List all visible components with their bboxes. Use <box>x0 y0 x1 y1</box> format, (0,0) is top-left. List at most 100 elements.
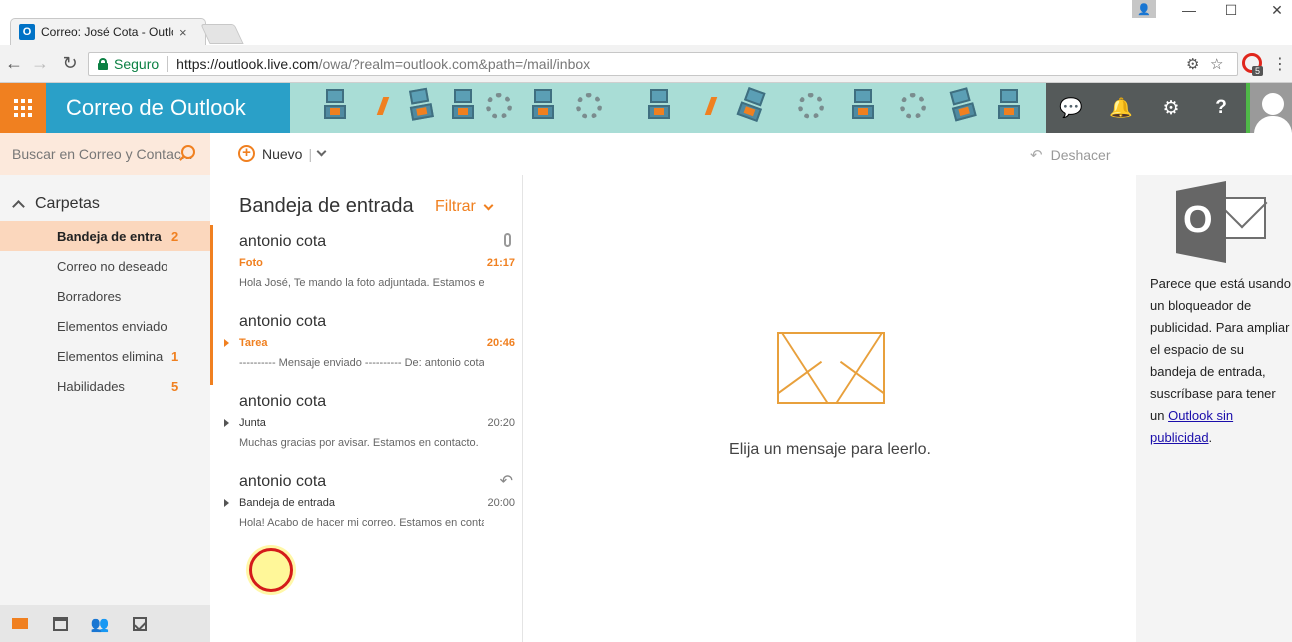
search-input[interactable]: Buscar en Correo y Contac... <box>0 133 210 175</box>
list-item[interactable]: antonio cota ↶ Bandeja de entrada 20:00 … <box>210 465 523 545</box>
header-actions: 💬 🔔 ⚙ ? <box>1046 83 1246 133</box>
plus-icon: + <box>238 145 255 162</box>
back-arrow-icon[interactable]: ← <box>4 53 24 74</box>
bookmark-star-icon[interactable]: ☆ <box>1210 55 1223 73</box>
avatar[interactable] <box>1250 83 1292 133</box>
browser-tabstrip: O Correo: José Cota - Outlo × 👤 — ☐ ✕ <box>0 0 1292 45</box>
minimize-button[interactable]: — <box>1174 2 1204 22</box>
chevron-down-icon <box>483 200 494 210</box>
list-item[interactable]: antonio cota Foto 21:17 Hola José, Te ma… <box>210 225 523 305</box>
browser-tab[interactable]: O Correo: José Cota - Outlo × <box>10 18 206 45</box>
preview: Hola! Acabo de hacer mi correo. Estamos … <box>239 517 484 529</box>
maximize-button[interactable]: ☐ <box>1216 2 1246 22</box>
folder-drafts[interactable]: Borradores <box>0 281 210 311</box>
subject: Tarea <box>239 337 268 349</box>
timestamp: 20:46 <box>486 337 515 349</box>
sender: antonio cota <box>239 473 327 490</box>
preview: Muchas gracias por avisar. Estamos en co… <box>239 437 479 449</box>
expand-conversation-icon[interactable] <box>224 419 229 427</box>
subject: Foto <box>239 257 263 269</box>
outlook-logo-icon: O <box>1176 181 1266 263</box>
help-icon[interactable]: ? <box>1196 83 1246 133</box>
tab-title: Correo: José Cota - Outlo <box>41 25 173 39</box>
folder-junk[interactable]: Correo no deseado <box>0 251 210 281</box>
sender: antonio cota <box>239 233 327 250</box>
secure-label: Seguro <box>114 56 160 72</box>
message-list: Bandeja de entrada Filtrar antonio cota … <box>210 175 523 642</box>
theme-banner <box>290 83 1046 133</box>
chat-icon[interactable]: 💬 <box>1046 83 1096 133</box>
timestamp: 20:00 <box>487 497 515 509</box>
envelope-icon <box>777 332 885 404</box>
undo-icon: ↶ <box>1030 147 1043 164</box>
expand-conversation-icon[interactable] <box>224 499 229 507</box>
sender: antonio cota <box>239 313 327 330</box>
folder-sent[interactable]: Elementos enviados <box>0 311 210 341</box>
chevron-down-icon[interactable] <box>316 146 327 157</box>
mouse-cursor-highlight <box>249 548 293 592</box>
filter-button[interactable]: Filtrar <box>435 198 494 216</box>
calendar-module-button[interactable] <box>40 605 80 642</box>
subject: Junta <box>239 417 266 429</box>
user-profile-icon[interactable]: 👤 <box>1132 0 1156 18</box>
folder-deleted[interactable]: Elementos elimina 1 <box>0 341 210 371</box>
url-path: /owa/?realm=outlook.com&path=/mail/inbox <box>318 56 591 72</box>
reload-icon[interactable]: ↻ <box>60 53 80 74</box>
ad-blocker-notice: Parece que está usando un bloqueador de … <box>1150 276 1291 445</box>
tab-close-icon[interactable]: × <box>179 25 187 40</box>
new-label: Nuevo <box>262 145 303 162</box>
list-item[interactable]: antonio cota Junta 20:20 Muchas gracias … <box>210 385 523 465</box>
undo-button[interactable]: ↶ Deshacer <box>1030 146 1111 164</box>
folder-skills[interactable]: Habilidades 5 <box>0 371 210 401</box>
browser-menu-icon[interactable]: ⋮ <box>1272 54 1288 74</box>
ad-pane: O Parece que está usando un bloqueador d… <box>1136 175 1292 642</box>
expand-conversation-icon[interactable] <box>224 339 229 347</box>
timestamp: 20:20 <box>487 417 515 429</box>
folders-header[interactable]: Carpetas <box>12 195 100 213</box>
tasks-module-button[interactable] <box>120 605 160 642</box>
blocked-popup-icon[interactable]: ⚙ <box>1186 55 1199 73</box>
tasks-icon <box>133 616 147 631</box>
people-module-button[interactable]: 👥 <box>80 605 120 642</box>
url-host: https://outlook.live.com <box>176 56 319 72</box>
people-icon: 👥 <box>90 615 110 633</box>
attachment-icon <box>504 233 511 247</box>
unread-count: 2 <box>171 228 179 244</box>
preview: ---------- Mensaje enviado ---------- De… <box>239 357 484 369</box>
gear-icon[interactable]: ⚙ <box>1146 83 1196 133</box>
folders-label: Carpetas <box>35 195 100 212</box>
bell-icon[interactable]: 🔔 <box>1096 83 1146 133</box>
list-item[interactable]: antonio cota Tarea 20:46 ---------- Mens… <box>210 305 523 385</box>
forward-arrow-icon[interactable]: → <box>30 53 50 74</box>
empty-reading-text: Elija un mensaje para leerlo. <box>729 441 931 458</box>
outlook-favicon-icon: O <box>19 24 35 40</box>
mail-icon <box>12 618 28 629</box>
address-bar[interactable]: Seguro https://outlook.live.com/owa/?rea… <box>88 52 1238 76</box>
sender: antonio cota <box>239 393 327 410</box>
command-bar: + Nuevo | ↶ Deshacer <box>210 133 1292 175</box>
left-navigation-pane: Buscar en Correo y Contac... Carpetas Ba… <box>0 133 210 642</box>
search-icon[interactable] <box>181 145 195 159</box>
module-switcher: 👥 <box>0 605 210 642</box>
subject: Bandeja de entrada <box>239 497 336 509</box>
brand-title[interactable]: Correo de Outlook <box>46 83 290 133</box>
outlook-header: Correo de Outlook 💬 🔔 ⚙ ? <box>0 83 1292 133</box>
preview: Hola José, Te mando la foto adjuntada. E… <box>239 277 484 289</box>
new-tab-button[interactable] <box>200 24 244 44</box>
close-window-button[interactable]: ✕ <box>1262 2 1292 22</box>
reading-pane: Elija un mensaje para leerlo. <box>524 175 1136 642</box>
mail-module-button[interactable] <box>0 605 40 642</box>
page-title: Bandeja de entrada <box>239 195 414 217</box>
folder-inbox[interactable]: Bandeja de entra 2 <box>0 221 210 251</box>
extension-badge: 5 <box>1252 66 1264 76</box>
app-launcher-icon[interactable] <box>0 83 46 133</box>
new-message-button[interactable]: + Nuevo | <box>238 145 327 162</box>
lock-icon <box>98 58 108 70</box>
unread-count: 1 <box>171 348 179 364</box>
split-divider: | <box>308 145 313 162</box>
undo-label: Deshacer <box>1050 147 1111 163</box>
chevron-up-icon[interactable] <box>12 199 25 213</box>
timestamp: 21:17 <box>486 257 515 269</box>
replied-icon: ↶ <box>499 473 513 490</box>
unread-count: 5 <box>171 378 179 394</box>
